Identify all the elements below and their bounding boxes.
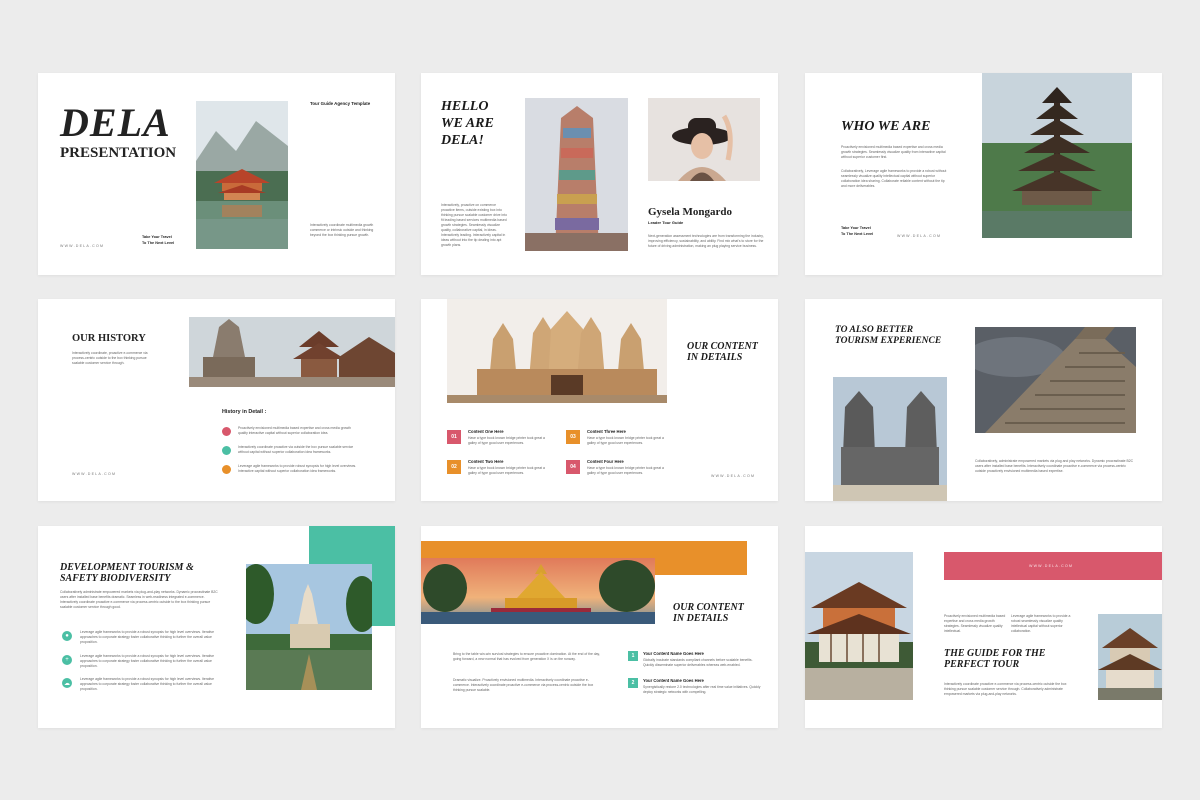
slide-development-tourism[interactable]: DEVELOPMENT TOURISM & SAFETY BIODIVERSIT… xyxy=(38,526,395,728)
history-dot-2 xyxy=(222,446,231,455)
development-title-1: DEVELOPMENT TOURISM & xyxy=(60,562,194,573)
who-title: WHO WE ARE xyxy=(841,119,931,134)
stone-temple-image xyxy=(833,377,947,501)
slide-hello[interactable]: HELLO WE ARE DELA! Interactively, proact… xyxy=(421,73,778,275)
slide-our-history[interactable]: OUR HISTORY Interactively coordinate, pr… xyxy=(38,299,395,501)
content-num-2: 02 xyxy=(447,460,461,474)
history-item-2: Interactively coordinate proactive via o… xyxy=(238,445,354,454)
slide-who-we-are[interactable]: WHO WE ARE Proactively envisioned multim… xyxy=(805,73,1162,275)
template-tag: Tour Guide Agency Template xyxy=(310,101,371,106)
development-item-1: Leverage agile frameworks to provide a r… xyxy=(80,630,214,644)
content-item-1-title: Content One Here xyxy=(468,429,504,434)
perfect-body: Interactively coordinate proactive e-com… xyxy=(944,682,1067,696)
who-body-1: Proactively envisioned multimedia based … xyxy=(841,145,946,159)
perfect-title-1: THE GUIDE FOR THE xyxy=(944,648,1046,659)
pagoda-lake-image xyxy=(196,101,288,249)
temple-tower-image xyxy=(525,98,628,251)
guide-name: Gysela Mongardo xyxy=(648,206,733,218)
mayan-pyramid-image xyxy=(975,327,1136,433)
cover-url[interactable]: WWW.DELA.COM xyxy=(60,244,104,248)
content-item-4-text: Have a type book known bridge printer to… xyxy=(587,466,664,475)
slide-tourism-experience[interactable]: TO ALSO BETTER TOURISM EXPERIENCE Collab… xyxy=(805,299,1162,501)
japanese-castle-image xyxy=(1098,614,1162,700)
hello-title-1: HELLO xyxy=(441,99,489,114)
content-item-3-text: Have a type book known bridge printer to… xyxy=(587,436,664,445)
guide-portrait-image xyxy=(648,98,760,181)
perfect-col-1: Proactively envisioned multimedia based … xyxy=(944,614,1006,633)
experience-title-2: TOURISM EXPERIENCE xyxy=(835,336,942,346)
perfect-title-2: PERFECT TOUR xyxy=(944,659,1020,670)
development-body: Collaboratively administrate empowered m… xyxy=(60,590,218,609)
bali-pagoda-image xyxy=(982,73,1132,238)
content2-item-2-title: Your Content Name Goes Here xyxy=(643,678,704,683)
content-title-2: IN DETAILS xyxy=(687,352,743,363)
content2-num-2: 2 xyxy=(628,678,638,688)
hindu-temple-image xyxy=(447,299,667,403)
history-item-3: Leverage agile frameworks to provide rob… xyxy=(238,464,357,473)
content-item-1-text: Have a type book known bridge printer to… xyxy=(468,436,545,445)
slide-cover[interactable]: DELA PRESENTATION Tour Guide Agency Temp… xyxy=(38,73,395,275)
history-detail-title: History in Detail : xyxy=(222,409,267,415)
content-num-4: 04 xyxy=(566,460,580,474)
content-item-3-title: Content Three Here xyxy=(587,429,626,434)
content-title-1: OUR CONTENT xyxy=(687,341,758,352)
perfect-col-2: Leverage agile frameworks to provide a r… xyxy=(1011,614,1071,633)
experience-body: Collaboratively, administrate empowered … xyxy=(975,459,1134,473)
experience-title-1: TO ALSO BETTER xyxy=(835,325,914,335)
who-body-2: Collaboratively, Leverage agile framewor… xyxy=(841,169,947,188)
hello-title-3: DELA! xyxy=(441,133,484,148)
history-url[interactable]: WWW.DELA.COM xyxy=(72,472,116,476)
cover-tagline-1: Take Your Travel xyxy=(142,235,172,239)
history-title: OUR HISTORY xyxy=(72,333,146,344)
who-tagline-1: Take Your Travel xyxy=(841,226,871,230)
content-item-2-title: Content Two Here xyxy=(468,459,504,464)
content2-title-2: IN DETAILS xyxy=(673,613,729,624)
hello-body: Interactively, proactive on commerce pro… xyxy=(441,203,507,247)
development-item-3: Leverage agile frameworks to provide a r… xyxy=(80,677,214,691)
cover-tagline-2: To The Next Level xyxy=(142,241,175,245)
hello-title-2: WE ARE xyxy=(441,116,494,131)
content-num-1: 01 xyxy=(447,430,461,444)
content2-num-1: 1 xyxy=(628,651,638,661)
content-url[interactable]: WWW.DELA.COM xyxy=(711,474,755,478)
kathmandu-temples-image xyxy=(189,317,395,387)
pink-url-band: WWW.DELA.COM xyxy=(944,552,1162,580)
plus-icon: + xyxy=(62,655,72,665)
content-item-4-title: Content Four Here xyxy=(587,459,624,464)
who-url[interactable]: WWW.DELA.COM xyxy=(897,234,941,238)
perfect-url[interactable]: WWW.DELA.COM xyxy=(1029,564,1073,568)
slide-content-details-2[interactable]: OUR CONTENT IN DETAILS Bring to the tabl… xyxy=(421,526,778,728)
slide-perfect-tour[interactable]: WWW.DELA.COM Proactively envisioned mult… xyxy=(805,526,1162,728)
content2-body-2: Dramatic visualize. Proactively envision… xyxy=(453,678,594,692)
guide-body: Next-generation assessment technologies … xyxy=(648,234,764,248)
content2-title-1: OUR CONTENT xyxy=(673,602,744,613)
cover-subtitle: PRESENTATION xyxy=(60,145,177,161)
content-item-2-text: Have a type book known bridge printer to… xyxy=(468,466,545,475)
guide-role: Leader Tour Guide xyxy=(648,220,684,225)
palace-garden-image xyxy=(246,564,372,690)
who-tagline-2: To The Next Level xyxy=(841,232,874,236)
development-item-2: Leverage agile frameworks to provide a r… xyxy=(80,654,214,668)
content2-item-2-text: Synergistically restore 2.0 technologies… xyxy=(643,685,761,694)
golden-palace-image xyxy=(421,558,655,624)
history-dot-3 xyxy=(222,465,231,474)
development-title-2: SAFETY BIODIVERSITY xyxy=(60,573,171,584)
history-dot-1 xyxy=(222,427,231,436)
slide-content-details[interactable]: OUR CONTENT IN DETAILS 01 Content One He… xyxy=(421,299,778,501)
person-icon: ● xyxy=(62,631,72,641)
cover-body: Interactively coordinate multimedia grow… xyxy=(310,223,374,237)
content2-body-1: Bring to the table win-win survival stra… xyxy=(453,652,600,661)
content2-item-1-text: Globally incubate standards compliant ch… xyxy=(643,658,753,667)
cover-title: DELA xyxy=(60,100,171,145)
history-body: Interactively coordinate, proactive e-co… xyxy=(72,351,148,365)
content-num-3: 03 xyxy=(566,430,580,444)
history-item-1: Proactively envisioned multimedia based … xyxy=(238,426,351,435)
cloud-icon: ☁ xyxy=(62,678,72,688)
content2-item-1-title: Your Content Name Goes Here xyxy=(643,651,704,656)
japanese-pavilion-image xyxy=(805,552,913,700)
